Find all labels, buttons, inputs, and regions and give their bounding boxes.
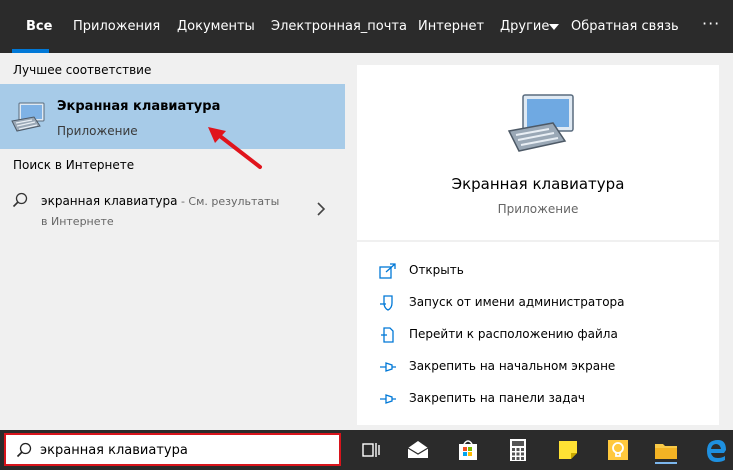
sticky-notes-icon[interactable] <box>554 436 582 464</box>
action-run-as-admin[interactable]: Запуск от имени администратора <box>357 287 719 319</box>
taskbar-search-box[interactable] <box>4 433 341 466</box>
chevron-down-icon[interactable] <box>549 24 559 30</box>
search-filter-bar: Все Приложения Документы Электронная_поч… <box>0 0 733 53</box>
tab-internet[interactable]: Интернет <box>418 0 484 53</box>
web-search-result[interactable]: экранная клавиатура - См. результаты в И… <box>0 184 345 236</box>
preview-actions: Открыть Запуск от имени администратора П… <box>357 242 719 425</box>
red-arrow-annotation <box>208 127 262 169</box>
tab-documents[interactable]: Документы <box>177 0 255 53</box>
task-view-icon[interactable] <box>356 436 384 464</box>
web-result-query: экранная клавиатура <box>41 194 178 208</box>
action-run-as-admin-label: Запуск от имени администратора <box>409 295 625 309</box>
web-result-line2: в Интернете <box>41 215 114 228</box>
web-result-suffix: - См. результаты <box>177 195 280 208</box>
action-pin-start[interactable]: Закрепить на начальном экране <box>357 351 719 383</box>
store-icon[interactable] <box>454 436 482 464</box>
preview-title: Экранная клавиатура <box>451 175 625 193</box>
more-options-icon[interactable]: ··· <box>702 0 720 53</box>
search-icon <box>12 192 28 208</box>
preview-header: Экранная клавиатура Приложение <box>357 65 719 240</box>
file-location-icon <box>381 327 394 343</box>
action-pin-taskbar[interactable]: Закрепить на панели задач <box>357 383 719 415</box>
best-match-title: Экранная клавиатура <box>57 99 221 114</box>
best-match-heading: Лучшее соответствие <box>13 63 152 77</box>
action-pin-taskbar-label: Закрепить на панели задач <box>409 391 586 405</box>
web-result-line1: экранная клавиатура - См. результаты <box>41 194 279 208</box>
action-open-file-location[interactable]: Перейти к расположению файла <box>357 319 719 351</box>
action-open-file-location-label: Перейти к расположению файла <box>409 327 618 341</box>
open-icon <box>379 263 396 279</box>
mail-icon[interactable] <box>404 436 432 464</box>
action-open-label: Открыть <box>409 263 464 277</box>
chevron-right-icon[interactable] <box>316 202 326 216</box>
shield-icon <box>380 295 393 311</box>
tab-feedback[interactable]: Обратная связь <box>571 0 679 53</box>
keyboard-monitor-icon <box>507 94 574 152</box>
keyboard-monitor-icon <box>11 102 45 132</box>
search-icon <box>16 442 32 458</box>
action-open[interactable]: Открыть <box>357 255 719 287</box>
action-pin-start-label: Закрепить на начальном экране <box>409 359 616 373</box>
pin-icon <box>380 362 396 372</box>
search-input[interactable] <box>40 439 330 461</box>
tab-apps[interactable]: Приложения <box>73 0 160 53</box>
pin-icon <box>380 394 396 404</box>
tips-icon[interactable] <box>604 436 632 464</box>
edge-icon[interactable] <box>702 436 730 464</box>
results-panel: Лучшее соответствие Экранная клавиатура … <box>0 53 345 430</box>
web-search-heading: Поиск в Интернете <box>13 158 135 172</box>
taskbar <box>0 430 733 470</box>
file-explorer-icon[interactable] <box>652 436 680 464</box>
best-match-result[interactable]: Экранная клавиатура Приложение <box>0 84 345 149</box>
tab-all[interactable]: Все <box>26 0 52 53</box>
calculator-icon[interactable] <box>504 436 532 464</box>
tab-other[interactable]: Другие <box>500 0 549 53</box>
tab-email[interactable]: Электронная_почта <box>271 0 407 53</box>
preview-subtitle: Приложение <box>497 202 579 216</box>
best-match-subtitle: Приложение <box>57 124 138 138</box>
